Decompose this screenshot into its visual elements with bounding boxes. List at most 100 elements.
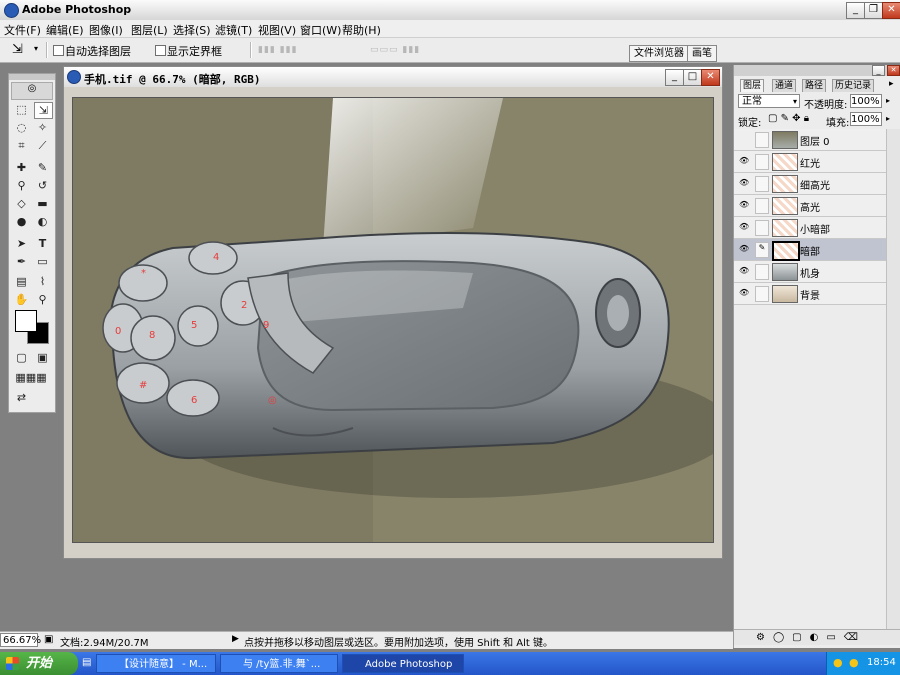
start-button[interactable]: 开始 xyxy=(0,652,78,675)
eye-icon[interactable]: 👁︎ xyxy=(739,244,749,253)
tab-paths[interactable]: 路径 xyxy=(802,79,827,92)
link-box[interactable] xyxy=(755,220,769,236)
layers-scrollbar[interactable] xyxy=(886,129,900,629)
healing-brush-tool-icon[interactable]: ✚ xyxy=(13,160,30,175)
quick-mask-mode-icon[interactable]: ▣ xyxy=(34,350,51,365)
layer-row[interactable]: 图层 0 xyxy=(734,129,886,151)
status-arrow-icon[interactable]: ▶ xyxy=(232,634,239,644)
crop-tool-icon[interactable]: ⌗ xyxy=(13,138,30,153)
brush-link-icon[interactable]: ✎ xyxy=(755,242,769,258)
move-tool-icon[interactable]: ⇲ xyxy=(12,42,23,57)
link-box[interactable] xyxy=(755,286,769,302)
eyedropper-tool-icon[interactable]: ⌇ xyxy=(34,274,51,289)
menu-help[interactable]: 帮助(H) xyxy=(342,22,381,38)
gradient-tool-icon[interactable]: ▬ xyxy=(34,196,51,211)
zoom-tool-icon[interactable]: ⚲ xyxy=(34,292,51,307)
history-brush-tool-icon[interactable]: ↺ xyxy=(34,178,51,193)
lock-icons[interactable]: ▢ ✎ ✥ 🔒︎ xyxy=(768,113,809,124)
hand-tool-icon[interactable]: ✋ xyxy=(13,292,30,307)
auto-select-checkbox[interactable] xyxy=(53,45,64,56)
tab-brushes[interactable]: 画笔 xyxy=(687,45,717,62)
menu-layer[interactable]: 图层(L) xyxy=(131,22,168,38)
qq-icon[interactable]: ● xyxy=(849,656,859,669)
fill-input[interactable]: 100% xyxy=(850,112,882,126)
link-box[interactable] xyxy=(755,132,769,148)
adobe-online-icon[interactable]: ◎ xyxy=(11,82,53,100)
menu-image[interactable]: 图像(I) xyxy=(89,22,123,38)
layer-row[interactable]: 👁︎ 背景 xyxy=(734,283,886,305)
layer-row[interactable]: 👁︎ 小暗部 xyxy=(734,217,886,239)
menu-select[interactable]: 选择(S) xyxy=(173,22,211,38)
eye-icon[interactable]: 👁︎ xyxy=(739,266,749,275)
layer-row[interactable]: 👁︎ 细高光 xyxy=(734,173,886,195)
menu-edit[interactable]: 编辑(E) xyxy=(46,22,84,38)
brush-tool-icon[interactable]: ✎ xyxy=(34,160,51,175)
opacity-input[interactable]: 100% xyxy=(850,94,882,108)
document-titlebar[interactable]: 手机.tif @ 66.7% (暗部, RGB) _ □ ✕ xyxy=(64,67,722,87)
doc-minimize-button[interactable]: _ xyxy=(665,69,684,86)
layer-row-selected[interactable]: 👁︎ ✎ 暗部 xyxy=(734,239,886,261)
menu-window[interactable]: 窗口(W) xyxy=(300,22,341,38)
menu-file[interactable]: 文件(F) xyxy=(4,22,41,38)
panel-close-button[interactable]: ✕ xyxy=(887,65,900,76)
tab-history[interactable]: 历史记录 xyxy=(832,79,875,92)
blur-tool-icon[interactable]: ● xyxy=(13,214,30,229)
jump-to-imageready-icon[interactable]: ⇄ xyxy=(13,390,30,405)
quick-launch-icon[interactable]: ▤ xyxy=(82,657,91,668)
foreground-color-swatch-top[interactable] xyxy=(15,310,37,332)
notes-tool-icon[interactable]: ▤ xyxy=(13,274,30,289)
layer-row[interactable]: 👁︎ 红光 xyxy=(734,151,886,173)
layer-row[interactable]: 👁︎ 机身 xyxy=(734,261,886,283)
pen-tool-icon[interactable]: ✒ xyxy=(13,254,30,269)
menu-filter[interactable]: 滤镜(T) xyxy=(215,22,252,38)
eye-icon[interactable]: 👁︎ xyxy=(739,200,749,209)
menu-view[interactable]: 视图(V) xyxy=(258,22,296,38)
dodge-tool-icon[interactable]: ◐ xyxy=(34,214,51,229)
tool-preset-chevron-icon[interactable]: ▾ xyxy=(34,44,38,53)
eye-icon[interactable]: 👁︎ xyxy=(739,288,749,297)
restore-button[interactable]: ❐ xyxy=(864,2,883,19)
link-box[interactable] xyxy=(755,264,769,280)
link-box[interactable] xyxy=(755,176,769,192)
tab-file-browser[interactable]: 文件浏览器 xyxy=(629,45,689,62)
marquee-tool-icon[interactable]: ⬚ xyxy=(13,102,30,117)
layer-actions-bar[interactable]: ⚙◯▢◐▭⌫ xyxy=(734,629,900,645)
blend-mode-select[interactable]: 正常 ▾ xyxy=(738,94,800,108)
image-canvas[interactable]: * 4 0 8 # 6 5 2 9 ◎ xyxy=(72,97,714,543)
taskbar-item[interactable]: 【设计随意】 - M... xyxy=(96,654,216,673)
eye-icon[interactable]: 👁︎ xyxy=(739,178,749,187)
qq-icon[interactable]: ● xyxy=(833,656,843,669)
doc-close-button[interactable]: ✕ xyxy=(701,69,720,86)
link-box[interactable] xyxy=(755,154,769,170)
panel-minimize-button[interactable]: _ xyxy=(872,65,885,76)
doc-maximize-button[interactable]: □ xyxy=(683,69,702,86)
slice-tool-icon[interactable]: ⟋ xyxy=(34,138,51,153)
tab-channels[interactable]: 通道 xyxy=(772,79,797,92)
screen-mode-icons[interactable]: ▦▦▦ xyxy=(11,370,51,385)
fill-arrow-icon[interactable]: ▸ xyxy=(886,114,890,123)
clone-stamp-tool-icon[interactable]: ⚲ xyxy=(13,178,30,193)
link-box[interactable] xyxy=(755,198,769,214)
eraser-tool-icon[interactable]: ◇ xyxy=(13,196,30,211)
shape-tool-icon[interactable]: ▭ xyxy=(34,254,51,269)
zoom-input[interactable]: 66.67% xyxy=(0,633,41,647)
lasso-tool-icon[interactable]: ◌ xyxy=(13,120,30,135)
close-button[interactable]: ✕ xyxy=(882,2,900,19)
minimize-button[interactable]: _ xyxy=(846,2,865,19)
eye-icon[interactable]: 👁︎ xyxy=(739,222,749,231)
show-bounds-checkbox[interactable] xyxy=(155,45,166,56)
layer-row[interactable]: 👁︎ 高光 xyxy=(734,195,886,217)
magic-wand-tool-icon[interactable]: ✧ xyxy=(34,120,51,135)
taskbar-item-active[interactable]: Adobe Photoshop xyxy=(342,654,464,673)
move-tool-icon[interactable]: ⇲ xyxy=(34,102,53,119)
eye-icon[interactable]: 👁︎ xyxy=(739,156,749,165)
type-tool-icon[interactable]: T xyxy=(34,236,51,251)
standard-mode-icon[interactable]: ▢ xyxy=(13,350,30,365)
document-info-icon[interactable]: ▣ xyxy=(44,634,53,645)
opacity-arrow-icon[interactable]: ▸ xyxy=(886,96,890,105)
taskbar-item[interactable]: 与 /ty篮.非.舞`... xyxy=(220,654,338,673)
tab-layers[interactable]: 图层 xyxy=(740,79,765,92)
panel-menu-arrow-icon[interactable]: ▸ xyxy=(889,79,894,89)
toolbox-grip[interactable] xyxy=(9,74,55,80)
path-selection-tool-icon[interactable]: ➤ xyxy=(13,236,30,251)
